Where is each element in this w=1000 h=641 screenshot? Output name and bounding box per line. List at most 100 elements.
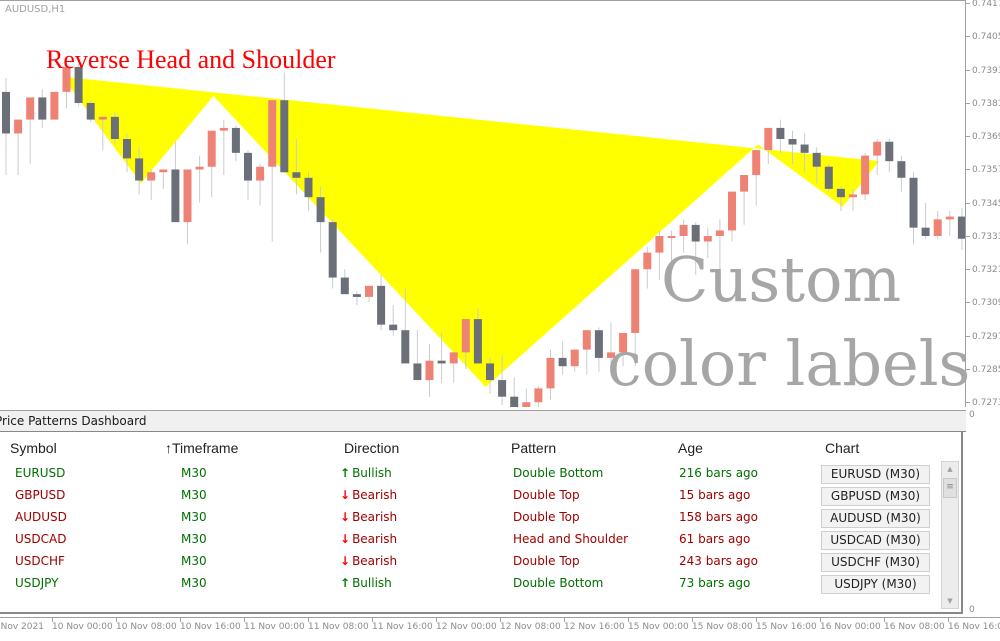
pattern-title-label: Reverse Head and Shoulder [46,45,336,74]
open-chart-button[interactable]: USDCAD (M30) [821,531,930,550]
row-timeframe: M30 [181,576,207,590]
scroll-up-icon[interactable]: ▲ [942,464,958,474]
row-age: 61 bars ago [679,532,751,546]
row-age: 158 bars ago [679,510,759,524]
candle-bullish [268,100,277,167]
open-chart-button[interactable]: GBPUSD (M30) [821,487,930,506]
candle-bullish [195,166,204,170]
price-tick-label: 0.7405 [966,32,1000,42]
open-chart-button[interactable]: EURUSD (M30) [821,465,930,484]
candle-bullish [933,219,942,236]
time-tick-label: 10 Nov 08:00 [116,618,177,632]
time-tick-label: 11 Nov 00:00 [244,618,305,632]
open-chart-button[interactable]: AUDUSD (M30) [821,509,930,528]
candle-bearish [957,216,965,239]
candle-bearish [498,380,507,397]
candle-bearish [171,169,180,223]
time-tick-label: 10 Nov 16:00 [180,618,241,632]
column-header-age[interactable]: Age [678,440,703,456]
sort-ascending-icon: ↑ [165,440,172,456]
candle-bullish [449,352,458,364]
row-age: 15 bars ago [679,488,751,502]
candle-bearish [437,360,446,364]
price-chart[interactable]: AUDUSD,H1 Reverse Head and Shoulder Cust… [0,0,970,407]
candle-bearish [110,116,119,139]
arrow-down-icon: ↓ [340,554,351,568]
candle-bearish [800,144,809,153]
price-axis: 0.7417 0.7405 0.7393 0.7381 0.7369 0.7357 0.73… [966,0,1000,617]
candle-bearish [292,172,301,178]
candle-bullish [534,388,543,403]
row-symbol: USDJPY [15,576,59,590]
time-tick-label: 9 Nov 2021 [0,622,44,632]
candle-bullish [147,172,156,181]
row-symbol: EURUSD [15,466,66,480]
row-timeframe: M30 [181,466,207,480]
row-pattern: Double Top [513,488,580,502]
candle-bullish [14,119,23,134]
row-pattern: Double Bottom [513,466,604,480]
candle-bullish [861,155,870,195]
candle-bullish [764,127,773,151]
candle-bearish [473,319,482,364]
row-symbol: AUDUSD [15,510,67,524]
candle-bullish [159,169,168,173]
candle-bullish [98,116,107,120]
candle-bullish [752,150,761,176]
candle-bearish [86,102,95,120]
candle-bearish [594,330,603,358]
candle-bearish [558,357,567,367]
candle-bullish [183,169,192,223]
candle-bearish [304,177,313,198]
candle-bearish [316,197,325,223]
dashboard-title-bar[interactable]: Price Patterns Dashboard [0,410,966,432]
row-direction: ↑ Bullish [340,576,392,590]
candle-bullish [219,127,228,131]
candle-bearish [510,396,519,407]
row-pattern: Head and Shoulder [513,532,629,546]
candle-bullish [873,141,882,156]
candle-bullish [740,175,749,192]
column-header-chart[interactable]: Chart [825,440,859,456]
custom-label-line2: color labels [607,327,971,400]
candle-bullish [570,349,579,367]
column-header-timeframe[interactable]: ↑Timeframe [165,440,238,456]
time-tick-label: 16 Nov 08:00 [884,618,945,632]
candle-bullish [703,235,712,242]
candle-bearish [812,152,821,167]
price-tick-label: 0.7345 [966,199,1000,209]
price-tick-label: 0.7417 [966,0,1000,9]
column-header-symbol[interactable]: Symbol [10,440,57,456]
price-tick-label: 0.7393 [966,66,1000,76]
time-tick-label: 11 Nov 16:00 [372,618,433,632]
price-tick-label: 0.7273 [966,398,1000,408]
row-symbol: GBPUSD [15,488,66,502]
time-axis: 9 Nov 2021 10 Nov 00:0010 Nov 08:0010 Nov… [0,617,1000,641]
row-timeframe: M30 [181,554,207,568]
time-tick-label: 15 Nov 00:00 [628,618,689,632]
candle-bearish [389,324,398,331]
candle-bullish [715,230,724,236]
scroll-thumb[interactable]: ≡ [943,478,957,498]
row-timeframe: M30 [181,532,207,546]
row-age: 73 bars ago [679,576,751,590]
open-chart-button[interactable]: USDCHF (M30) [821,553,930,572]
candle-bearish [776,127,785,139]
arrow-up-icon: ↑ [340,466,351,480]
time-tick-label: 15 Nov 08:00 [692,618,753,632]
candle-bearish [123,139,131,159]
dashboard-scrollbar[interactable]: ▲ ≡ ▼ [941,461,959,609]
row-direction-label: Bullish [352,466,392,480]
scroll-down-icon[interactable]: ▼ [942,596,958,606]
candle-bearish [836,188,845,198]
column-header-direction[interactable]: Direction [344,440,399,456]
price-tick-label: 0.7357 [966,165,1000,175]
open-chart-button[interactable]: USDJPY (M30) [821,575,930,594]
column-header-pattern[interactable]: Pattern [511,440,556,456]
time-tick-label: 10 Nov 00:00 [52,618,113,632]
price-tick-label: 0.7321 [966,265,1000,275]
candle-bearish [231,127,240,153]
candle-bullish [643,252,652,270]
price-tick-label: 0.7285 [966,365,1000,375]
price-tick-label: 0.7381 [966,99,1000,109]
